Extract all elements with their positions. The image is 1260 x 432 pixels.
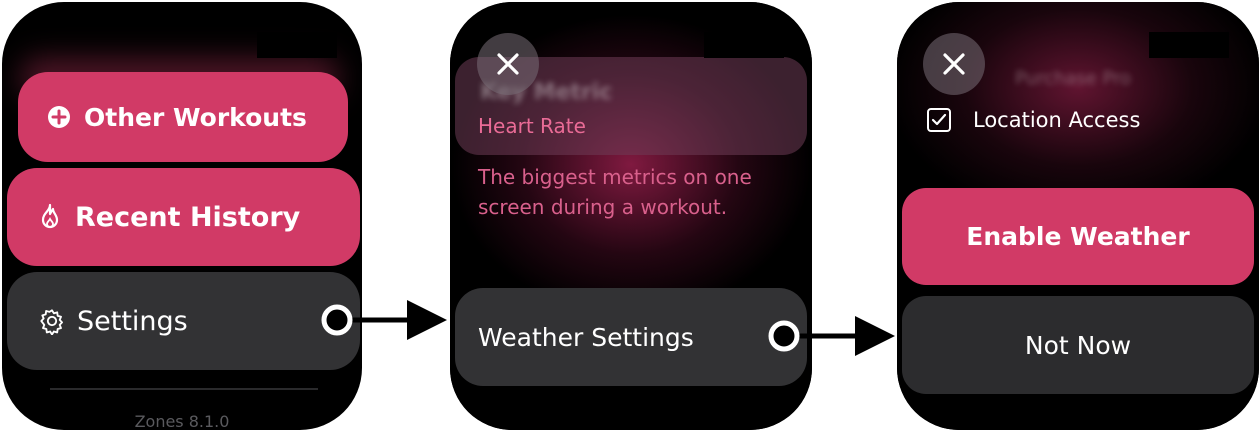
close-icon: [497, 53, 519, 75]
settings-button[interactable]: Settings: [7, 272, 360, 370]
watch-screen-enable-weather: Purchase Pro Location Access Enable Weat…: [897, 2, 1259, 430]
not-now-button[interactable]: Not Now: [902, 296, 1254, 394]
enable-weather-label: Enable Weather: [966, 222, 1190, 251]
checkmark-icon: [931, 113, 947, 126]
divider: [50, 388, 318, 390]
enable-weather-button[interactable]: Enable Weather: [902, 188, 1254, 285]
recent-history-button[interactable]: Recent History: [7, 168, 360, 266]
camera-notch: [704, 32, 784, 58]
close-button[interactable]: [923, 33, 985, 95]
camera-notch: [257, 32, 337, 58]
gear-icon: [39, 308, 65, 335]
other-workouts-label: Other Workouts: [84, 102, 307, 132]
close-icon: [943, 53, 965, 75]
plus-circle-icon: [46, 104, 72, 130]
watch-screen-main-menu: Other Workouts Recent History Settings Z…: [2, 2, 362, 430]
settings-label: Settings: [77, 305, 188, 337]
not-now-label: Not Now: [1024, 330, 1132, 360]
recent-history-label: Recent History: [75, 201, 301, 233]
watch-screen-metric-info: Key Metric Heart Rate The biggest metric…: [450, 2, 812, 430]
blurred-header-text: Purchase Pro: [1015, 68, 1132, 89]
app-version: Zones 8.1.0: [134, 412, 230, 430]
close-button[interactable]: [477, 33, 539, 95]
other-workouts-button[interactable]: Other Workouts: [18, 72, 348, 162]
flame-icon: [37, 203, 63, 230]
location-access-checkbox[interactable]: [927, 108, 951, 132]
location-access-label: Location Access: [973, 108, 1141, 132]
camera-notch: [1149, 32, 1229, 58]
metric-card-value: Heart Rate: [478, 114, 586, 138]
weather-settings-label: Weather Settings: [478, 322, 694, 352]
weather-settings-button[interactable]: Weather Settings: [455, 288, 807, 386]
metric-description: The biggest metrics on one screen during…: [478, 165, 752, 219]
